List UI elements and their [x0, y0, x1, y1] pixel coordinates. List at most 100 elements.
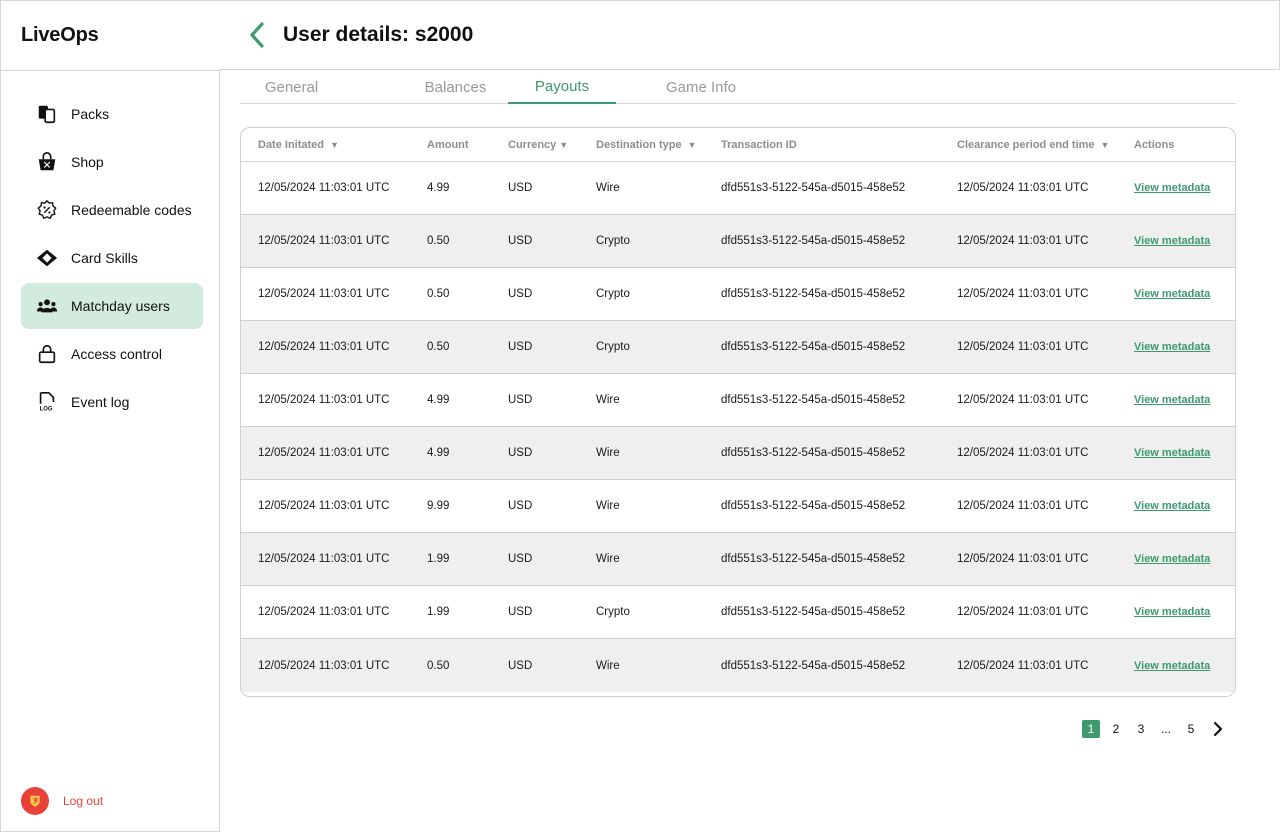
- cell-clearance: 12/05/2024 11:03:01 UTC: [957, 553, 1089, 565]
- page-title: User details: s2000: [283, 23, 474, 46]
- sidebar-item-event-log[interactable]: LOG Event log: [21, 379, 203, 425]
- next-page-button[interactable]: [1209, 720, 1227, 738]
- cell-date: 12/05/2024 11:03:01 UTC: [258, 659, 390, 672]
- sidebar-item-label: Shop: [71, 154, 104, 170]
- cell-amount: 0.50: [427, 235, 450, 247]
- cell-clearance: 12/05/2024 11:03:01 UTC: [957, 500, 1089, 512]
- cell-amount: 0.50: [427, 288, 450, 300]
- tab-payouts[interactable]: Payouts: [508, 70, 616, 104]
- view-metadata-link[interactable]: View metadata: [1134, 447, 1210, 459]
- sort-down-icon[interactable]: ▼: [330, 140, 339, 150]
- cell-currency: USD: [508, 606, 533, 618]
- cell-destination-type: Wire: [596, 553, 620, 565]
- logout-button[interactable]: Log out: [21, 787, 103, 815]
- table-row: 12/05/2024 11:03:01 UTC 0.50 USD Crypto …: [241, 215, 1235, 268]
- sidebar-item-access-control[interactable]: Access control: [21, 331, 203, 377]
- chevron-right-icon: [1213, 721, 1223, 737]
- cell-date: 12/05/2024 11:03:01 UTC: [258, 553, 390, 565]
- cell-destination-type: Wire: [596, 394, 620, 406]
- cell-currency: USD: [508, 500, 533, 512]
- table-row: 12/05/2024 11:03:01 UTC 4.99 USD Wire df…: [241, 427, 1235, 480]
- column-label: Currency: [508, 138, 557, 151]
- cell-transaction-id: dfd551s3-5122-545a-d5015-458e52: [721, 235, 906, 247]
- view-metadata-link[interactable]: View metadata: [1134, 182, 1210, 194]
- cell-destination-type: Crypto: [596, 235, 630, 247]
- view-metadata-link[interactable]: View metadata: [1134, 394, 1210, 406]
- logout-label: Log out: [63, 794, 104, 808]
- app-logo: LiveOps: [1, 1, 219, 71]
- tab-game-info[interactable]: Game Info: [616, 70, 786, 104]
- view-metadata-link[interactable]: View metadata: [1134, 500, 1210, 512]
- view-metadata-link[interactable]: View metadata: [1134, 341, 1210, 353]
- view-metadata-link[interactable]: View metadata: [1134, 606, 1210, 618]
- page-button-1[interactable]: 1: [1082, 720, 1100, 738]
- table-row: 12/05/2024 11:03:01 UTC 1.99 USD Wire df…: [241, 533, 1235, 586]
- sidebar: LiveOps Packs Shop Redeemable codes Card…: [0, 0, 220, 832]
- column-header-transaction-id: Transaction ID: [704, 139, 940, 151]
- cell-date: 12/05/2024 11:03:01 UTC: [258, 182, 390, 194]
- cell-amount: 9.99: [427, 500, 450, 512]
- cell-clearance: 12/05/2024 11:03:01 UTC: [957, 659, 1089, 672]
- cell-amount: 4.99: [427, 394, 450, 406]
- sort-down-icon[interactable]: ▼: [559, 140, 568, 150]
- cell-transaction-id: dfd551s3-5122-545a-d5015-458e52: [721, 606, 906, 618]
- sidebar-item-packs[interactable]: Packs: [21, 91, 203, 137]
- cell-currency: USD: [508, 235, 533, 247]
- sort-down-icon[interactable]: ▼: [1101, 140, 1110, 150]
- discount-badge-icon: [35, 198, 59, 222]
- view-metadata-link[interactable]: View metadata: [1134, 660, 1210, 672]
- cell-date: 12/05/2024 11:03:01 UTC: [258, 394, 390, 406]
- cell-date: 12/05/2024 11:03:01 UTC: [258, 288, 390, 300]
- cell-date: 12/05/2024 11:03:01 UTC: [258, 235, 390, 247]
- tab-general[interactable]: General: [240, 70, 343, 104]
- sidebar-nav: Packs Shop Redeemable codes Card Skills …: [1, 71, 219, 425]
- cell-transaction-id: dfd551s3-5122-545a-d5015-458e52: [721, 182, 906, 194]
- column-header-destination-type[interactable]: Destination type ▼: [579, 139, 704, 151]
- back-button[interactable]: [245, 20, 269, 50]
- view-metadata-link[interactable]: View metadata: [1134, 553, 1210, 565]
- column-header-currency[interactable]: Currency ▼: [491, 139, 579, 151]
- view-metadata-link[interactable]: View metadata: [1134, 288, 1210, 300]
- column-label: Amount: [427, 138, 469, 151]
- page-button-2[interactable]: 2: [1107, 720, 1125, 738]
- column-header-actions: Actions: [1121, 139, 1235, 151]
- table-row: 12/05/2024 11:03:01 UTC 1.99 USD Crypto …: [241, 586, 1235, 639]
- page-button-5[interactable]: 5: [1182, 720, 1200, 738]
- cell-destination-type: Wire: [596, 500, 620, 512]
- sidebar-item-label: Access control: [71, 346, 163, 362]
- column-header-date[interactable]: Date Initated ▼: [241, 139, 410, 151]
- cell-clearance: 12/05/2024 11:03:01 UTC: [957, 447, 1089, 459]
- cell-currency: USD: [508, 341, 533, 353]
- sidebar-item-matchday-users[interactable]: Matchday users: [21, 283, 203, 329]
- cell-currency: USD: [508, 447, 533, 459]
- cell-transaction-id: dfd551s3-5122-545a-d5015-458e52: [721, 341, 906, 353]
- users-group-icon: [35, 294, 59, 318]
- cell-transaction-id: dfd551s3-5122-545a-d5015-458e52: [721, 659, 906, 672]
- table-row: 12/05/2024 11:03:01 UTC 4.99 USD Wire df…: [241, 162, 1235, 215]
- cell-date: 12/05/2024 11:03:01 UTC: [258, 341, 390, 353]
- sidebar-item-card-skills[interactable]: Card Skills: [21, 235, 203, 281]
- sidebar-item-label: Card Skills: [71, 250, 138, 266]
- cell-clearance: 12/05/2024 11:03:01 UTC: [957, 182, 1089, 194]
- view-metadata-link[interactable]: View metadata: [1134, 235, 1210, 247]
- cell-transaction-id: dfd551s3-5122-545a-d5015-458e52: [721, 288, 906, 300]
- cell-transaction-id: dfd551s3-5122-545a-d5015-458e52: [721, 500, 906, 512]
- sidebar-item-label: Redeemable codes: [71, 202, 192, 218]
- svg-text:LOG: LOG: [40, 406, 53, 412]
- pagination: 1 2 3 ... 5: [1082, 720, 1227, 738]
- cell-transaction-id: dfd551s3-5122-545a-d5015-458e52: [721, 553, 906, 565]
- cell-transaction-id: dfd551s3-5122-545a-d5015-458e52: [721, 394, 906, 406]
- tab-bar: General Balances Payouts Game Info: [240, 70, 1236, 104]
- sidebar-item-shop[interactable]: Shop: [21, 139, 203, 185]
- page-button-3[interactable]: 3: [1132, 720, 1150, 738]
- page-header: User details: s2000: [219, 0, 1280, 70]
- column-label: Destination type: [596, 138, 682, 151]
- cell-amount: 4.99: [427, 182, 450, 194]
- cell-amount: 0.50: [427, 341, 450, 353]
- sort-down-icon[interactable]: ▼: [688, 140, 697, 150]
- sidebar-item-label: Matchday users: [71, 298, 170, 314]
- cell-date: 12/05/2024 11:03:01 UTC: [258, 606, 390, 618]
- cell-amount: 4.99: [427, 447, 450, 459]
- sidebar-item-redeemable-codes[interactable]: Redeemable codes: [21, 187, 203, 233]
- column-header-clearance[interactable]: Clearance period end time ▼: [940, 139, 1121, 151]
